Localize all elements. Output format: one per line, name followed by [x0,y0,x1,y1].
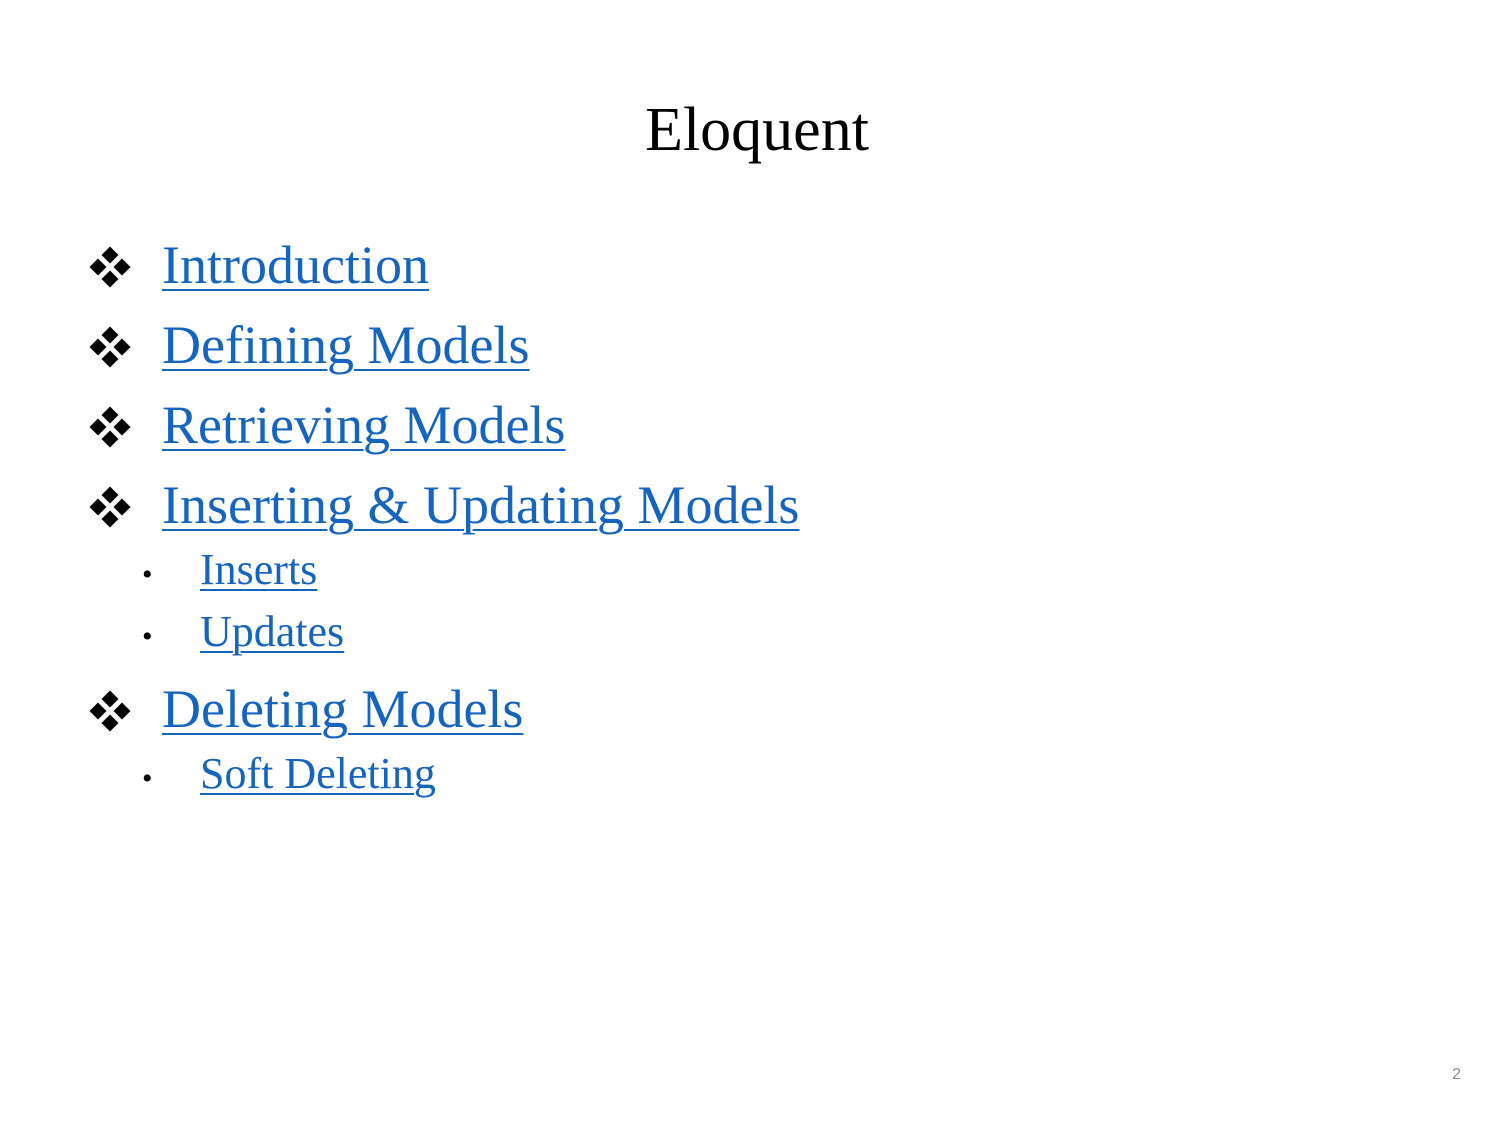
diamond-bullet-icon [89,246,162,290]
list-item: Introduction [89,234,429,296]
diamond-bullet-icon [89,406,162,450]
link-soft-deleting[interactable]: Soft Deleting [200,748,436,799]
link-defining-models[interactable]: Defining Models [162,314,529,376]
bullet-dot-icon: • [142,558,153,591]
diamond-bullet-icon [89,690,162,734]
diamond-bullet-icon [89,486,162,530]
link-introduction[interactable]: Introduction [162,234,429,296]
sub-list-item: • Soft Deleting [142,748,436,799]
list-item: Defining Models [89,314,529,376]
link-retrieving-models[interactable]: Retrieving Models [162,394,565,456]
link-inserts[interactable]: Inserts [200,544,317,595]
list-item: Deleting Models [89,678,523,740]
list-item: Retrieving Models [89,394,565,456]
link-updates[interactable]: Updates [200,606,344,657]
list-item: Inserting & Updating Models [89,474,799,536]
bullet-dot-icon: • [142,762,153,795]
diamond-bullet-icon [89,326,162,370]
page-number: 2 [1452,1066,1461,1083]
link-deleting-models[interactable]: Deleting Models [162,678,523,740]
sub-list-item: • Updates [142,606,344,657]
bullet-dot-icon: • [142,620,153,653]
sub-list-item: • Inserts [142,544,317,595]
slide-title: Eloquent [645,96,869,164]
link-inserting-updating-models[interactable]: Inserting & Updating Models [162,474,799,536]
